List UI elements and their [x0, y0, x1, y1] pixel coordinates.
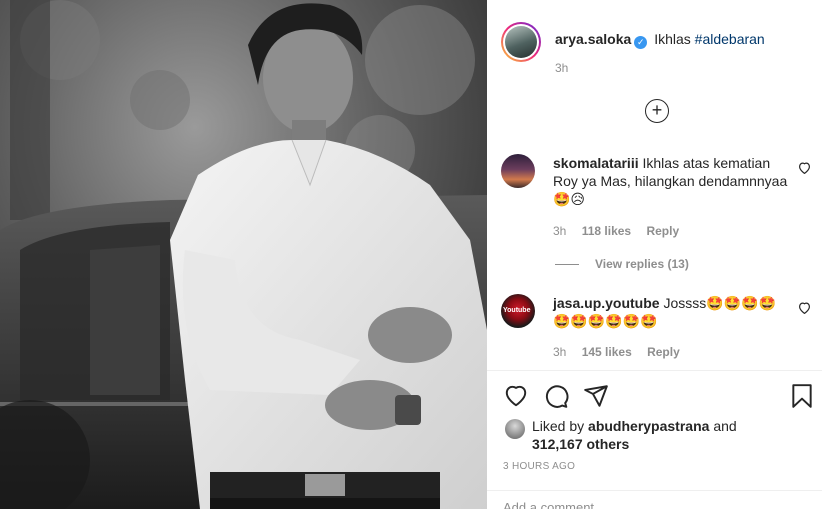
commenter-avatar[interactable]	[501, 294, 535, 328]
liked-joiner: and	[713, 418, 737, 434]
post-time: 3h	[555, 61, 569, 75]
section-divider	[487, 490, 822, 491]
heart-icon[interactable]	[503, 383, 529, 409]
liked-prefix: Liked by	[532, 418, 585, 434]
comment-time: 3h	[553, 345, 567, 359]
post-header: arya.saloka ✓ Ikhlas #aldebaran 3h	[501, 22, 801, 82]
comment-emoji: 🤩😥	[553, 191, 586, 207]
verified-badge-icon: ✓	[634, 36, 648, 49]
post-details-panel: arya.saloka ✓ Ikhlas #aldebaran 3h + skom…	[487, 0, 822, 509]
section-divider	[487, 370, 822, 371]
comment-body: skomalatariii Ikhlas atas kematian Roy y…	[553, 154, 793, 208]
commenter-avatar[interactable]	[501, 154, 535, 188]
view-replies-button[interactable]: View replies (13)	[555, 257, 689, 271]
caption-text: Ikhlas	[654, 31, 691, 47]
comment-likes[interactable]: 145 likes	[582, 345, 632, 359]
comment-icon[interactable]	[543, 383, 569, 409]
liker-username[interactable]: abudherypastrana	[588, 418, 709, 434]
comment-meta: 3h 118 likes Reply	[553, 224, 691, 238]
likes-count[interactable]: 312,167 others	[532, 436, 629, 452]
comment-likes[interactable]: 118 likes	[582, 224, 631, 238]
author-avatar[interactable]	[501, 22, 541, 62]
author-username[interactable]: arya.saloka	[555, 31, 631, 47]
post-caption: arya.saloka ✓ Ikhlas #aldebaran	[555, 31, 765, 49]
comment-item: jasa.up.youtube Jossss🤩🤩🤩🤩🤩🤩🤩🤩🤩🤩	[501, 294, 811, 344]
replies-divider	[555, 264, 579, 266]
comment-text: Jossss	[663, 295, 707, 311]
commenter-username[interactable]: jasa.up.youtube	[553, 295, 660, 311]
view-replies-label: View replies (13)	[595, 257, 689, 271]
comment-time: 3h	[553, 224, 567, 238]
post-image	[0, 0, 487, 509]
comment-like-heart-icon[interactable]	[798, 302, 811, 314]
add-comment-input[interactable]: Add a comment...	[503, 500, 605, 509]
post-timestamp[interactable]: 3 HOURS AGO	[503, 461, 575, 472]
liked-by-text: Liked by abudherypastrana and 312,167 ot…	[532, 417, 737, 453]
comment-meta: 3h 145 likes Reply	[553, 345, 692, 359]
comment-body: jasa.up.youtube Jossss🤩🤩🤩🤩🤩🤩🤩🤩🤩🤩	[553, 294, 793, 330]
commenter-username[interactable]: skomalatariii	[553, 155, 639, 171]
caption-hashtag[interactable]: #aldebaran	[695, 31, 765, 47]
add-circle-icon[interactable]: +	[645, 99, 669, 123]
save-icon[interactable]	[789, 383, 815, 409]
action-bar	[503, 383, 815, 411]
comment-like-heart-icon[interactable]	[798, 162, 811, 174]
liker-avatar[interactable]	[505, 419, 525, 439]
reply-button[interactable]: Reply	[646, 224, 679, 238]
post-photo[interactable]	[0, 0, 487, 509]
share-icon[interactable]	[583, 383, 609, 409]
reply-button[interactable]: Reply	[647, 345, 680, 359]
